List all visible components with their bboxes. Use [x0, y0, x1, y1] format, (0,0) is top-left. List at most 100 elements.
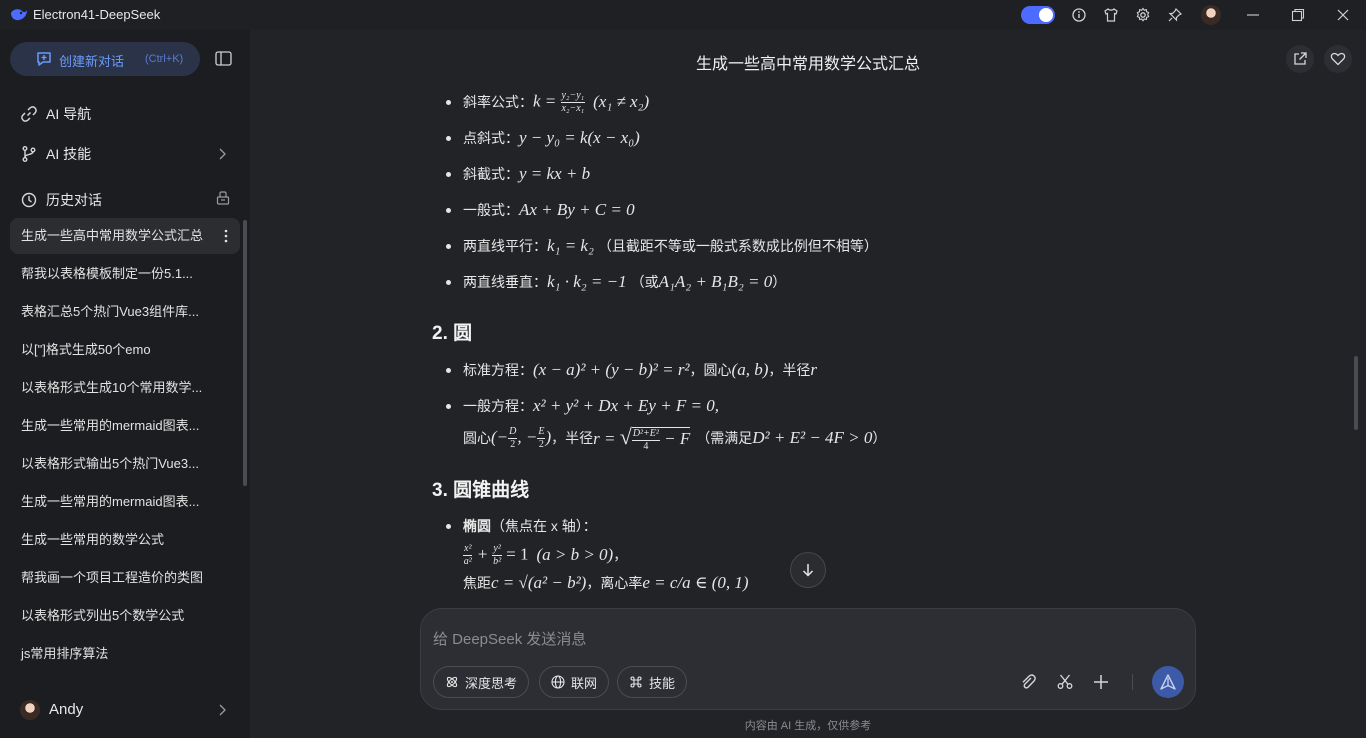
bullet: [446, 208, 451, 213]
general-form-formula: Ax + By + C = 0: [519, 200, 635, 219]
history-item[interactable]: 生成一些常用的数学公式: [10, 522, 240, 558]
link-icon: [21, 106, 37, 122]
bullet: [446, 136, 451, 141]
sidebar-toggle-icon[interactable]: [215, 51, 232, 66]
eccentricity-formula: e = c/a ∈ (0, 1): [642, 573, 749, 592]
focal-formula: c = √(a² − b²): [491, 573, 587, 592]
user-profile[interactable]: Andy: [20, 700, 230, 720]
ellipse-trail: ，: [613, 547, 628, 563]
web-search-button[interactable]: 联网: [539, 666, 610, 698]
eccentricity-label: ，离心率: [586, 575, 643, 591]
history-item-label: 生成一些常用的mermaid图表...: [21, 494, 200, 509]
chat-scrollbar[interactable]: [1354, 356, 1358, 430]
sidebar-item-ai-skills[interactable]: AI 技能: [20, 144, 91, 164]
globe-icon: [551, 675, 565, 689]
message-content: 斜率公式： k = y₂−y₁ x₂−x₁ (x₁ ≠ x₂) 点斜式： y − …: [432, 80, 1192, 600]
ellipse-condition: (a > b > 0): [536, 545, 614, 564]
list-item-continuation: x² a² + y² b² = 1 (a > b > 0) ，: [463, 542, 627, 568]
history-item-label: 以表格形式列出5个数学公式: [21, 608, 185, 623]
scissors-icon[interactable]: [1056, 673, 1074, 691]
circle-center-label: 圆心: [463, 430, 491, 446]
sidebar-item-label: AI 导航: [46, 106, 92, 122]
history-item[interactable]: 帮我以表格模板制定一份5.1...: [10, 256, 240, 292]
history-item-active[interactable]: 生成一些高中常用数学公式汇总: [10, 218, 240, 254]
chevron-right-icon: [219, 704, 226, 716]
arrow-down-icon: [802, 564, 814, 577]
skills-button[interactable]: 技能: [617, 666, 688, 698]
formula-label: 两直线垂直：: [463, 274, 547, 290]
history-item[interactable]: 以表格形式生成10个常用数学...: [10, 370, 240, 406]
more-options-icon[interactable]: [224, 229, 228, 243]
history-item-label: js常用排序算法: [21, 646, 109, 661]
title-bar: Electron41-DeepSeek: [0, 0, 1366, 30]
paperclip-icon[interactable]: [1019, 673, 1037, 691]
list-item: 两直线垂直： k₁ · k₂ = −1 （或 A₁A₂ + B₁B₂ = 0 ）: [446, 272, 786, 292]
history-item-label: 帮我以表格模板制定一份5.1...: [21, 266, 193, 281]
ai-disclaimer: 内容由 AI 生成，仅供参考: [744, 720, 872, 732]
chat-area: 生成一些高中常用数学公式汇总 斜率公式： k = y₂−y₁ x₂−x₁ (x₁ …: [250, 30, 1366, 738]
clock-icon: [21, 192, 37, 208]
parallel-formula: k₁ = k₂: [547, 236, 594, 255]
list-item: 椭圆 （焦点在 x 轴）：: [446, 516, 597, 536]
share-button[interactable]: [1286, 45, 1314, 73]
new-chat-icon: [37, 52, 51, 66]
new-chat-shortcut: (Ctrl+K): [145, 53, 184, 65]
history-item[interactable]: js常用排序算法: [10, 636, 240, 672]
new-chat-button[interactable]: 创建新对话 (Ctrl+K): [10, 42, 200, 76]
list-item: 斜率公式： k = y₂−y₁ x₂−x₁ (x₁ ≠ x₂): [446, 90, 650, 113]
pin-icon[interactable]: [1167, 7, 1183, 23]
app-title: Electron41-DeepSeek: [33, 7, 161, 22]
history-item[interactable]: 以["]格式生成50个emo: [10, 332, 240, 368]
deep-think-button[interactable]: 深度思考: [433, 666, 530, 698]
ellipse-focus-note: （焦点在 x 轴）：: [491, 518, 597, 534]
history-item-label: 生成一些常用的mermaid图表...: [21, 418, 200, 433]
gear-icon[interactable]: [1135, 7, 1151, 23]
clear-history-icon[interactable]: [216, 191, 230, 205]
command-icon: [630, 676, 642, 688]
list-item: 点斜式： y − y₀ = k(x − x₀): [446, 128, 640, 148]
message-composer[interactable]: 给 DeepSeek 发送消息 深度思考 联网 技能: [420, 608, 1196, 710]
history-item-label: 以表格形式输出5个热门Vue3...: [21, 456, 199, 471]
divider: [1132, 674, 1133, 690]
theme-toggle[interactable]: [1021, 6, 1055, 24]
scroll-to-bottom-button[interactable]: [790, 552, 826, 588]
close-icon[interactable]: [1335, 7, 1351, 23]
history-item[interactable]: 以表格形式列出5个数学公式: [10, 598, 240, 634]
avatar: [20, 700, 40, 720]
info-icon[interactable]: [1071, 7, 1087, 23]
sidebar-scrollbar[interactable]: [243, 220, 247, 486]
slope-condition: (x₁ ≠ x₂): [593, 92, 650, 111]
formula-label: 一般式：: [463, 202, 519, 218]
plus-icon[interactable]: [1092, 673, 1110, 691]
message-input[interactable]: 给 DeepSeek 发送消息: [433, 628, 586, 649]
history-item[interactable]: 生成一些常用的mermaid图表...: [10, 484, 240, 520]
history-item-label: 表格汇总5个热门Vue3组件库...: [21, 304, 199, 319]
formula-label: 两直线平行：: [463, 238, 547, 254]
ellipse-formula: x² a² + y² b² = 1: [463, 542, 529, 567]
sidebar-item-label: AI 技能: [46, 146, 92, 162]
sidebar-item-ai-nav[interactable]: AI 导航: [20, 104, 91, 124]
perpendicular-formula: k₁ · k₂ = −1: [547, 272, 627, 291]
history-item[interactable]: 生成一些常用的mermaid图表...: [10, 408, 240, 444]
formula-label: 一般方程：: [463, 398, 533, 414]
bullet: [446, 280, 451, 285]
history-item-label: 生成一些常用的数学公式: [21, 532, 165, 547]
circle-general-center: (− D 2, − E 2): [491, 425, 552, 450]
parallel-note: （且截距不等或一般式系数成比例但不相等）: [597, 238, 878, 254]
formula-label: 斜截式：: [463, 166, 519, 182]
restore-icon[interactable]: [1290, 7, 1306, 23]
perpendicular-note-prefix: （或: [630, 274, 659, 290]
section-heading: 3. 圆锥曲线: [432, 480, 530, 501]
account-avatar[interactable]: [1201, 5, 1221, 25]
circle-radius-label: ，半径: [551, 430, 594, 446]
section-heading: 2. 圆: [432, 323, 473, 344]
history-item[interactable]: 帮我画一个项目工程造价的类图: [10, 560, 240, 596]
minimize-icon[interactable]: [1245, 7, 1261, 23]
history-header: 历史对话: [20, 190, 102, 210]
shirt-icon[interactable]: [1103, 7, 1119, 23]
favorite-button[interactable]: [1324, 45, 1352, 73]
send-button[interactable]: [1152, 666, 1184, 698]
history-item[interactable]: 以表格形式输出5个热门Vue3...: [10, 446, 240, 482]
point-slope-formula: y − y₀ = k(x − x₀): [519, 128, 640, 147]
history-item[interactable]: 表格汇总5个热门Vue3组件库...: [10, 294, 240, 330]
